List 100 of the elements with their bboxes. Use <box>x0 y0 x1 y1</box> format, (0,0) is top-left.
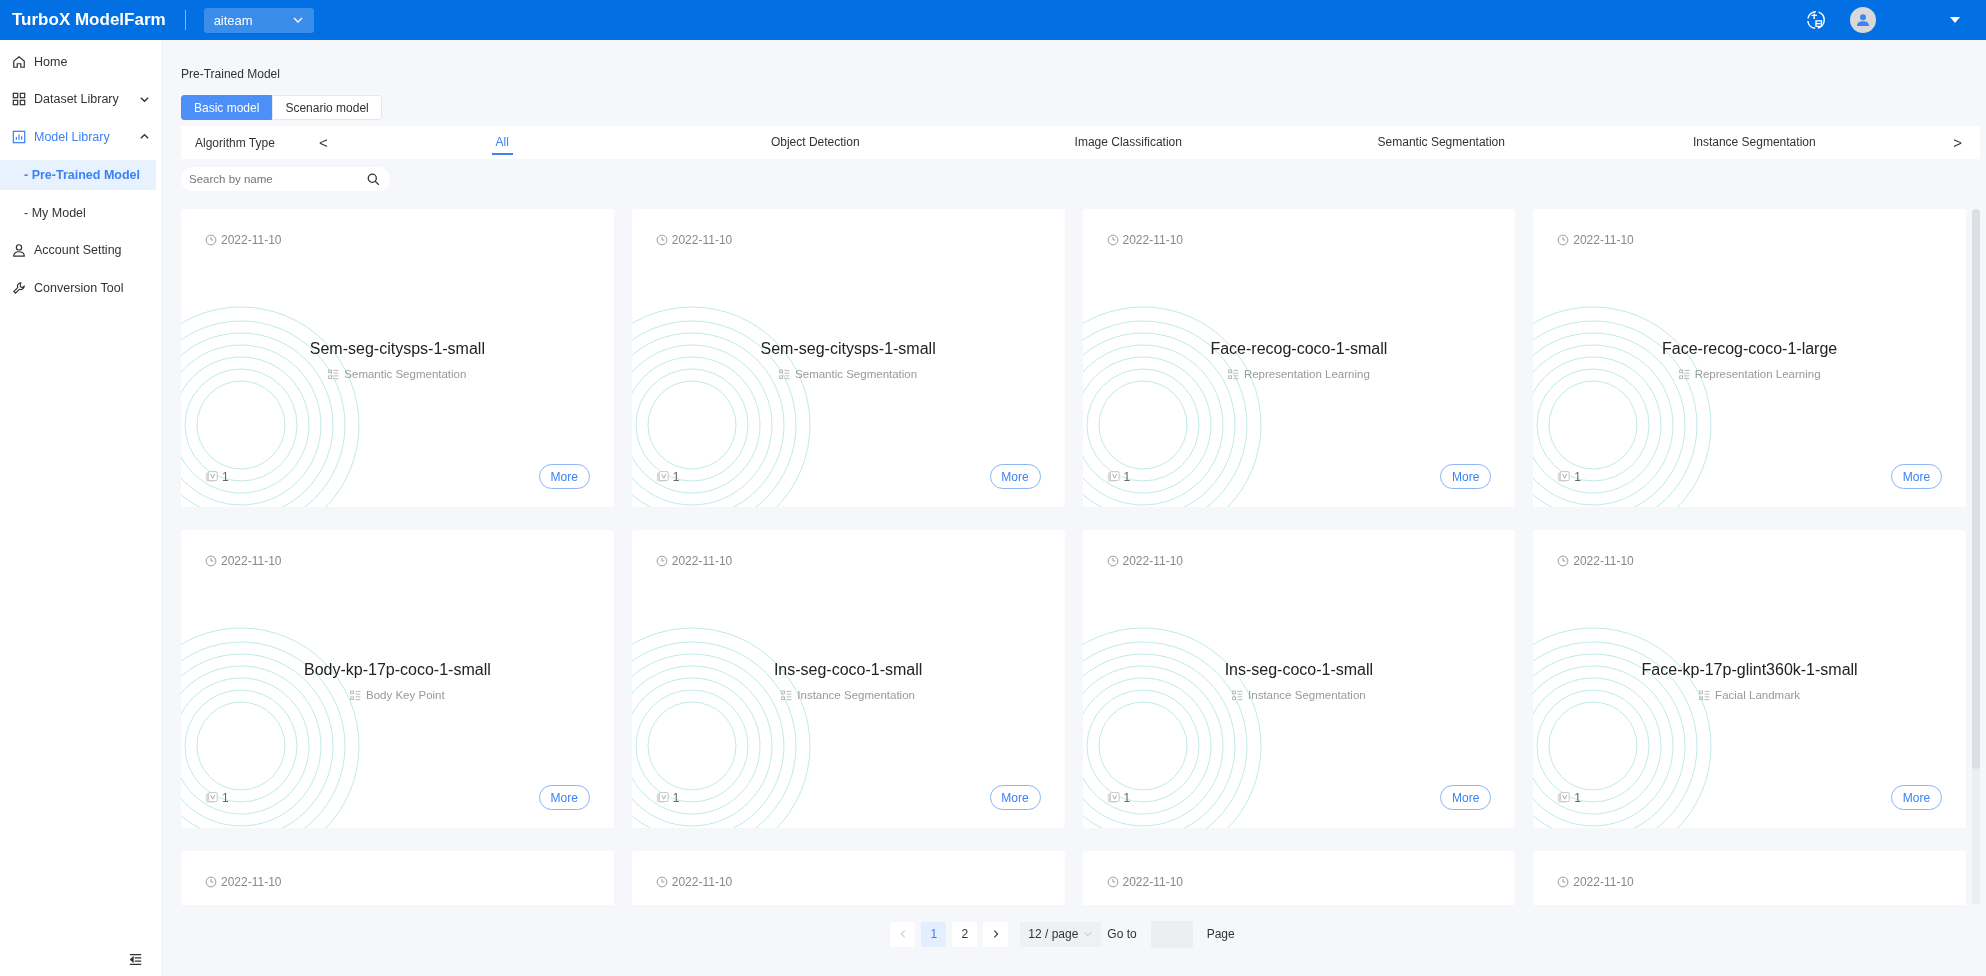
scroll-right-button[interactable]: > <box>1949 134 1966 151</box>
grid-icon <box>12 92 26 107</box>
sidebar-subitem[interactable]: - My Model <box>0 197 156 228</box>
algorithm-tab[interactable]: All <box>491 130 513 155</box>
list-icon <box>350 689 362 701</box>
scrollbar-thumb[interactable] <box>1972 209 1980 769</box>
search-icon[interactable] <box>367 172 380 186</box>
caret-down-icon[interactable] <box>1950 17 1960 23</box>
model-type: Body Key Point <box>366 689 445 701</box>
more-button[interactable]: More <box>538 464 590 489</box>
model-name: Sem-seg-citysps-1-small <box>308 340 486 358</box>
algorithm-tab[interactable]: Semantic Segmentation <box>1373 126 1509 159</box>
clock-icon <box>655 234 668 246</box>
search-field[interactable]: Search by name <box>181 167 390 191</box>
version-count: 1 <box>222 790 229 805</box>
list-icon <box>1678 368 1690 380</box>
clock-icon <box>1106 234 1119 246</box>
card-date: 2022-11-10 <box>1122 554 1183 568</box>
version-count: 1 <box>1574 469 1581 484</box>
card-date: 2022-11-10 <box>671 875 733 889</box>
version-icon <box>205 470 218 483</box>
card-date: 2022-11-10 <box>1122 875 1183 889</box>
more-button[interactable]: More <box>538 785 590 810</box>
more-button[interactable]: More <box>1891 464 1942 489</box>
list-icon <box>779 368 791 380</box>
language-icon[interactable] <box>1805 9 1827 31</box>
model-type: Representation Learning <box>1243 368 1370 380</box>
clock-icon <box>1557 876 1570 888</box>
chevron-down-icon <box>1083 929 1094 939</box>
sidebar-item[interactable]: Dataset Library <box>0 80 162 118</box>
page-title: Pre-Trained Model <box>181 67 281 81</box>
sidebar-item[interactable]: Model Library <box>0 118 162 156</box>
card-date: 2022-11-10 <box>1573 875 1634 889</box>
sidebar-item[interactable]: Home <box>0 43 162 81</box>
version-icon <box>205 791 218 804</box>
version-icon <box>655 791 669 804</box>
more-button[interactable]: More <box>989 785 1041 810</box>
goto-label: Go to <box>1107 927 1137 941</box>
more-button[interactable]: More <box>989 464 1041 489</box>
version-icon <box>655 470 669 483</box>
sidebar-item[interactable]: Conversion Tool <box>0 269 162 307</box>
model-name: Ins-seg-coco-1-small <box>1223 661 1375 679</box>
card-date: 2022-11-10 <box>671 233 733 247</box>
version-count: 1 <box>222 469 229 484</box>
model-name: Sem-seg-citysps-1-small <box>759 340 937 358</box>
algorithm-tab[interactable]: Instance Segmentation <box>1688 126 1820 159</box>
version-count: 1 <box>1574 790 1581 805</box>
model-tab[interactable]: Scenario model <box>272 95 382 120</box>
model-name: Face-kp-17p-glint360k-1-small <box>1640 661 1859 679</box>
clock-icon <box>1106 876 1119 888</box>
more-button[interactable]: More <box>1440 464 1492 489</box>
sidebar-item[interactable]: Account Setting <box>0 231 162 269</box>
chart-icon <box>12 129 26 144</box>
list-icon <box>1227 368 1239 380</box>
collapse-menu-icon[interactable] <box>129 953 142 966</box>
home-icon <box>12 54 26 69</box>
version-count: 1 <box>672 469 680 484</box>
model-type: Instance Segmentation <box>797 689 915 701</box>
version-icon <box>1557 470 1571 483</box>
algorithm-tab[interactable]: Object Detection <box>766 126 864 159</box>
card-date: 2022-11-10 <box>221 875 282 889</box>
model-name: Ins-seg-coco-1-small <box>772 661 924 679</box>
wrench-icon <box>12 280 26 295</box>
card-date: 2022-11-10 <box>221 233 282 247</box>
card-date: 2022-11-10 <box>221 554 282 568</box>
filter-label: Algorithm Type <box>195 135 276 150</box>
version-icon <box>1106 791 1120 804</box>
clock-icon <box>205 876 217 888</box>
page-button[interactable]: 2 <box>952 921 978 947</box>
clock-icon <box>205 555 217 567</box>
avatar-icon[interactable] <box>1850 7 1876 33</box>
model-name: Body-kp-17p-coco-1-small <box>303 661 492 679</box>
list-icon <box>1232 689 1244 701</box>
more-button[interactable]: More <box>1440 785 1492 810</box>
version-icon <box>1557 791 1571 804</box>
clock-icon <box>655 876 668 888</box>
list-icon <box>328 368 340 380</box>
version-count: 1 <box>1123 790 1131 805</box>
clock-icon <box>1106 555 1119 567</box>
page-size-select[interactable]: 12 / page <box>1020 921 1102 947</box>
version-count: 1 <box>1123 469 1131 484</box>
clock-icon <box>1557 234 1570 246</box>
scroll-left-button[interactable]: < <box>315 134 332 151</box>
version-count: 1 <box>672 790 680 805</box>
model-name: Face-recog-coco-1-large <box>1661 340 1839 358</box>
card-date: 2022-11-10 <box>1573 233 1634 247</box>
clock-icon <box>655 555 668 567</box>
app-logo: TurboX ModelFarm <box>12 10 166 30</box>
user-icon <box>12 243 26 258</box>
clock-icon <box>1557 555 1570 567</box>
model-type: Instance Segmentation <box>1248 689 1366 701</box>
model-type: Facial Landmark <box>1715 689 1801 701</box>
clock-icon <box>205 234 217 246</box>
list-icon <box>781 689 793 701</box>
more-button[interactable]: More <box>1891 785 1942 810</box>
card-date: 2022-11-10 <box>671 554 733 568</box>
model-type: Semantic Segmentation <box>795 368 918 380</box>
page-label: Page <box>1206 927 1235 941</box>
algorithm-tab[interactable]: Image Classification <box>1070 126 1186 159</box>
model-type: Representation Learning <box>1694 368 1821 380</box>
